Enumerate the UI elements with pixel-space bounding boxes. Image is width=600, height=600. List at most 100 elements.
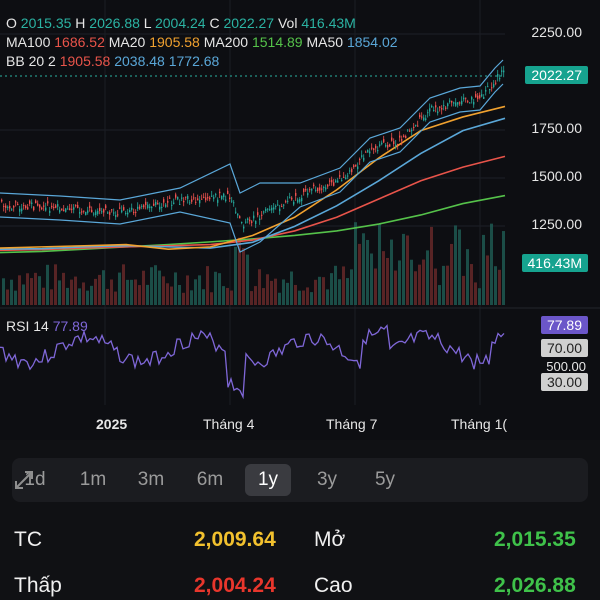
candle-body [291, 197, 293, 200]
period-3m[interactable]: 3m [128, 464, 174, 496]
volume-bar [434, 268, 437, 305]
ma200-label: MA200 [203, 34, 249, 50]
volume-bar [102, 270, 105, 305]
candle-body [165, 204, 167, 207]
candle-body [185, 196, 187, 198]
candle-body [131, 207, 133, 210]
volume-bar [302, 290, 305, 305]
x-tick-thang4: Tháng 4 [203, 416, 255, 432]
volume-bar [498, 269, 501, 305]
period-1y[interactable]: 1y [245, 464, 291, 496]
x-tick-thang7: Tháng 7 [326, 416, 378, 432]
candle-body [445, 107, 447, 109]
ma50-value: 1854.02 [346, 34, 398, 50]
candle-body [361, 155, 363, 157]
candle-body [353, 165, 355, 168]
bb-lower-line [0, 83, 504, 253]
price-tick-1750: 1750.00 [531, 120, 582, 136]
candle-body [313, 184, 315, 187]
volume-bar [370, 253, 373, 305]
candle-body [325, 187, 327, 190]
volume-bar [62, 272, 65, 305]
volume-bar [114, 291, 117, 305]
volume-bar [346, 278, 349, 305]
candle-body [311, 188, 313, 191]
candle-body [139, 206, 141, 209]
candle-body [423, 117, 425, 121]
period-6m[interactable]: 6m [187, 464, 233, 496]
high-value: 2026.88 [89, 15, 140, 31]
volume-bar [166, 283, 169, 305]
candle-body [385, 144, 387, 147]
volume-bar [182, 292, 185, 305]
candle-body [309, 189, 311, 191]
candle-body [233, 202, 235, 204]
low-label: L [143, 15, 152, 31]
candle-body [491, 87, 493, 89]
candle-body [33, 206, 35, 210]
volume-bar [214, 271, 217, 305]
candle-body [475, 94, 477, 98]
volume-bar [162, 276, 165, 305]
volume-bar [458, 229, 461, 305]
candle-body [77, 205, 79, 208]
volume-bar [142, 270, 145, 305]
volume-bar [66, 287, 69, 305]
candle-body [93, 213, 95, 215]
candle-body [183, 200, 185, 203]
volume-tag: 416.43M [521, 254, 588, 272]
candle-body [287, 200, 289, 202]
volume-bar [294, 284, 297, 305]
candle-body [21, 208, 23, 212]
candle-body [429, 108, 431, 112]
candle-body [67, 208, 69, 210]
candle-body [97, 210, 99, 214]
bb-mid-value: 1905.58 [59, 53, 111, 69]
candle-body [247, 218, 249, 220]
candle-body [169, 197, 171, 199]
volume-bar [398, 260, 401, 305]
candle-body [61, 208, 63, 211]
volume-bar [74, 276, 77, 305]
volume-bar [210, 292, 213, 305]
volume-bar [430, 226, 433, 305]
rsi-legend: RSI 14 77.89 [6, 318, 88, 334]
volume-bar [154, 265, 157, 305]
volume-bar [54, 264, 57, 305]
chart-area[interactable]: O 2015.35 H 2026.88 L 2004.24 C 2022.27 … [0, 0, 600, 440]
expand-icon[interactable] [12, 468, 36, 492]
price-tick-1500: 1500.00 [531, 168, 582, 184]
candle-body [331, 179, 333, 183]
period-1m[interactable]: 1m [70, 464, 116, 496]
candle-body [501, 70, 503, 72]
candle-body [391, 137, 393, 141]
volume-bar [106, 288, 109, 305]
candle-body [173, 202, 175, 204]
volume-bar [386, 257, 389, 305]
candle-body [369, 151, 371, 154]
x-tick-2025: 2025 [96, 416, 128, 432]
volume-bar [438, 285, 441, 305]
candle-body [219, 191, 221, 194]
volume-bar [342, 266, 345, 305]
candle-body [147, 204, 149, 209]
candle-body [419, 114, 421, 118]
period-3y[interactable]: 3y [304, 464, 350, 496]
candle-body [87, 210, 89, 213]
volume-bar [502, 231, 505, 305]
period-5y[interactable]: 5y [362, 464, 408, 496]
candle-body [13, 206, 15, 208]
period-selector: 1d 1m 3m 6m 1y 3y 5y [12, 458, 588, 502]
candle-body [217, 199, 219, 203]
candle-body [343, 176, 345, 178]
candle-body [397, 143, 399, 145]
candle-body [199, 200, 201, 204]
candle-body [51, 205, 53, 208]
volume-bar [10, 279, 13, 305]
candle-body [329, 180, 331, 182]
candle-body [499, 78, 501, 80]
cao-value: 2,026.88 [494, 574, 576, 597]
candle-body [495, 82, 497, 84]
candle-body [227, 190, 229, 194]
candle-body [451, 100, 453, 103]
